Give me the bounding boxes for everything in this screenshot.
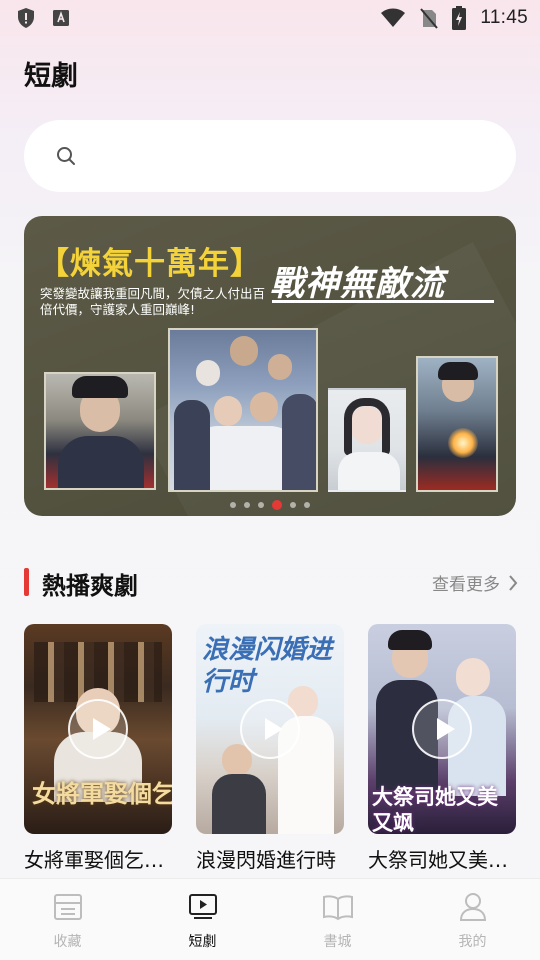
banner-poster-woman bbox=[328, 388, 406, 492]
carousel-indicator[interactable] bbox=[24, 500, 516, 510]
nav-item-profile[interactable]: 我的 bbox=[405, 879, 540, 960]
nav-label: 短劇 bbox=[188, 934, 217, 950]
banner-title: 【煉氣十萬年】 bbox=[38, 246, 262, 282]
banner-poster-right bbox=[416, 356, 498, 492]
drama-cover: 大祭司她又美又飒 bbox=[368, 624, 516, 834]
wifi-icon bbox=[381, 8, 406, 27]
banner-slogan: 戰神無敵流 bbox=[270, 264, 445, 304]
nav-item-short-drama[interactable]: 短劇 bbox=[135, 879, 270, 960]
carousel-dot[interactable] bbox=[272, 500, 282, 510]
drama-card[interactable]: 女將軍娶個乞丐 女將軍娶個乞丐當王妃 bbox=[24, 624, 172, 873]
section-title: 熱播爽劇 bbox=[42, 572, 138, 600]
carousel-dot[interactable] bbox=[258, 502, 264, 508]
play-icon[interactable] bbox=[412, 699, 472, 759]
carousel-dot[interactable] bbox=[304, 502, 310, 508]
see-more-label: 查看更多 bbox=[432, 575, 500, 595]
drama-cover-text: 大祭司她又美又飒 bbox=[372, 784, 498, 834]
tv-play-icon bbox=[188, 889, 218, 925]
person-icon bbox=[459, 889, 487, 925]
see-more-link[interactable]: 查看更多 bbox=[432, 570, 518, 595]
drama-title: 大祭司她又美又颯 bbox=[368, 848, 516, 872]
drama-cover: 女將軍娶個乞丐 bbox=[24, 624, 172, 834]
nav-item-bookstore[interactable]: 書城 bbox=[270, 879, 405, 960]
play-icon[interactable] bbox=[68, 699, 128, 759]
carousel-dot[interactable] bbox=[244, 502, 250, 508]
drama-cover-text: 女將軍娶個乞丐 bbox=[32, 779, 172, 808]
no-sim-icon bbox=[420, 8, 439, 29]
bookmark-list-icon bbox=[53, 889, 83, 925]
page-title: 短劇 bbox=[24, 61, 78, 92]
promo-banner[interactable]: 【煉氣十萬年】 戰神無敵流 突發變故讓我重回凡間，欠債之人付出百倍代價，守護家人… bbox=[24, 216, 516, 516]
banner-poster-left bbox=[44, 372, 156, 490]
search-icon bbox=[57, 147, 75, 165]
nav-label: 書城 bbox=[323, 934, 352, 950]
section-accent-bar bbox=[24, 568, 29, 596]
chevron-right-icon bbox=[509, 574, 518, 591]
battery-charging-icon bbox=[452, 6, 467, 30]
nav-label: 收藏 bbox=[53, 934, 82, 950]
drama-card[interactable]: 大祭司她又美又飒 大祭司她又美又颯 bbox=[368, 624, 516, 873]
drama-card[interactable]: 浪漫闪婚进行时 浪漫閃婚進行時 bbox=[196, 624, 344, 873]
carousel-dot[interactable] bbox=[230, 502, 236, 508]
banner-slogan-underline bbox=[272, 300, 494, 303]
nav-item-favorites[interactable]: 收藏 bbox=[0, 879, 135, 960]
drama-title: 浪漫閃婚進行時 bbox=[196, 848, 336, 872]
drama-cover: 浪漫闪婚进行时 bbox=[196, 624, 344, 834]
drama-cover-text: 浪漫闪婚进行时 bbox=[202, 635, 333, 697]
text-format-icon bbox=[53, 10, 69, 26]
play-icon[interactable] bbox=[240, 699, 300, 759]
shield-alert-icon bbox=[18, 8, 34, 28]
banner-description: 突發變故讓我重回凡間，欠債之人付出百倍代價，守護家人重回巔峰! bbox=[40, 286, 266, 317]
nav-label: 我的 bbox=[458, 934, 487, 950]
open-book-icon bbox=[322, 889, 354, 925]
search-input[interactable] bbox=[24, 120, 516, 192]
bottom-navigation: 收藏 短劇 書城 我的 bbox=[0, 878, 540, 960]
drama-title: 女將軍娶個乞丐當王妃 bbox=[24, 848, 172, 872]
carousel-dot[interactable] bbox=[290, 502, 296, 508]
status-bar: 11:45 bbox=[0, 0, 540, 38]
clock: 11:45 bbox=[480, 7, 528, 28]
banner-poster-main bbox=[168, 328, 318, 492]
